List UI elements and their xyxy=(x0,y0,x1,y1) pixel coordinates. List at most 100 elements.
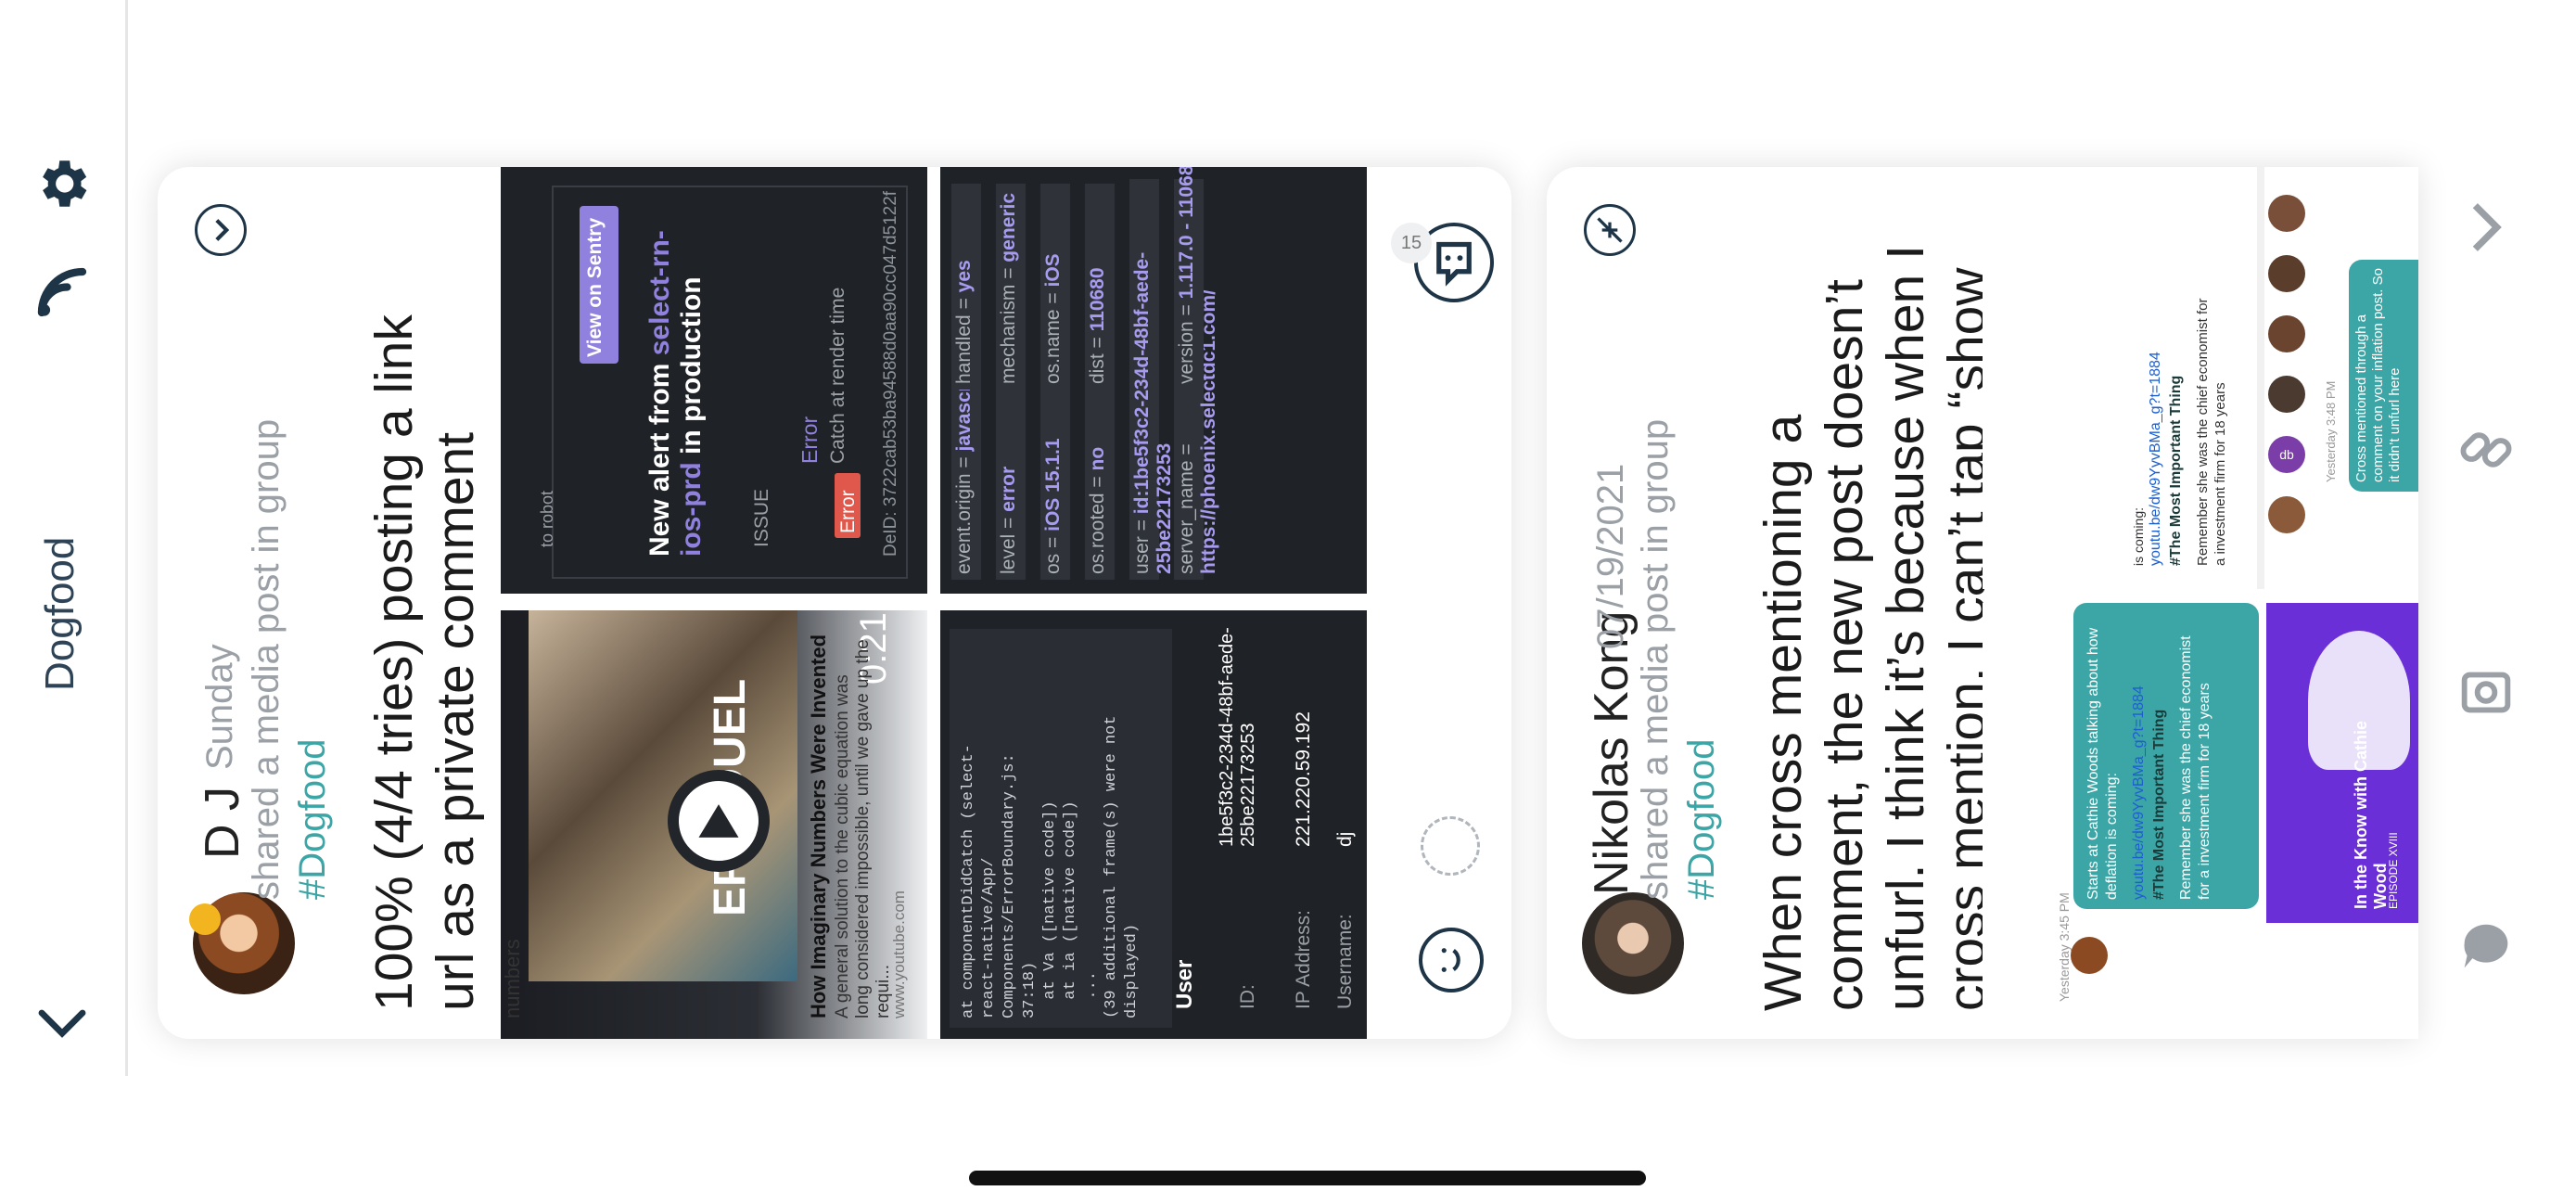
dedupe-id: DeID: 3722cab53ba94588d0aa90cc047d5122f xyxy=(881,190,900,557)
tag-item: os.name = iOS xyxy=(1040,184,1070,390)
gear-icon[interactable] xyxy=(32,153,93,214)
wifi-icon[interactable] xyxy=(32,262,93,323)
avatar-initials: db xyxy=(2268,436,2305,473)
video-episode: EPISODE XVIII xyxy=(2387,832,2400,909)
tag-item: os.rooted = no xyxy=(1085,374,1115,580)
boost-icon[interactable] xyxy=(1421,816,1480,876)
group-link[interactable]: #Dogfood xyxy=(292,668,338,900)
tag-item: mechanism = generic xyxy=(996,184,1026,390)
avatar xyxy=(2071,937,2108,974)
chat-time: Yesterday 3:45 PM xyxy=(2057,892,2072,1002)
post-body: 100% (4/4 tries) posting a link url as a… xyxy=(364,314,485,1011)
tag-item: event.origin = javascript xyxy=(951,360,981,580)
chat-bubble-icon[interactable] xyxy=(2454,914,2519,979)
tag-key: version = xyxy=(1176,299,1197,384)
chat2-bubble: Cross mentioned through a comment on you… xyxy=(2353,268,2403,482)
tag-value: yes xyxy=(953,260,975,293)
crown-badge-icon xyxy=(189,903,221,935)
home-indicator[interactable] xyxy=(969,1171,1646,1185)
error-badge: Error xyxy=(837,490,859,533)
video-title: In the Know with Cathie Wood xyxy=(2352,721,2390,909)
tag-value: error xyxy=(998,466,1019,512)
tag-item: version = 1.117.0 - 110680 xyxy=(1174,167,1204,390)
left-rail: Dogfood xyxy=(0,0,128,1076)
stack-line: at Va ([native code]) xyxy=(1041,800,1059,1018)
tag-key: event.origin = xyxy=(953,451,975,574)
tag-key: mechanism = xyxy=(998,262,1019,384)
avatar[interactable] xyxy=(1582,892,1684,994)
comment-count: 15 xyxy=(1391,223,1432,263)
chat2-quote: Remember she was the chief economist for… xyxy=(2195,298,2228,566)
username-value: dj xyxy=(1334,831,1356,847)
tag-key: os.rooted = xyxy=(1087,470,1108,574)
tag-value: 110680 xyxy=(1087,267,1108,332)
view-on-sentry-button[interactable]: View on Sentry xyxy=(584,199,606,357)
tag-key: user = xyxy=(1131,514,1153,574)
chat2-link[interactable]: youtu.be/dw9YyvBMa_g?t=1884 xyxy=(2148,288,2168,566)
chevron-down-icon[interactable] xyxy=(32,992,93,1054)
tag-value: generic xyxy=(998,192,1019,263)
tag-value: iOS xyxy=(1042,253,1064,288)
link-icon[interactable] xyxy=(2454,417,2519,482)
screenshot-chat-2[interactable]: is coming: youtu.be/dw9YyvBMa_g?t=1884 #… xyxy=(1983,167,2418,589)
camera-icon[interactable] xyxy=(2454,659,2519,724)
tag-value: iOS 15.1.1 xyxy=(1042,438,1064,531)
tag-key: server_name = xyxy=(1176,443,1197,574)
chevron-right-icon[interactable] xyxy=(195,204,247,256)
tag-key: os.name = xyxy=(1042,287,1064,384)
avatar xyxy=(2268,195,2305,232)
tag-item: handled = yes xyxy=(951,184,981,390)
link-title: How Imaginary Numbers Were Invented xyxy=(807,634,830,1018)
post-card-nikolas[interactable]: Nikolas Kong 07/19/2021 shared a media p… xyxy=(1547,167,2418,1039)
user-id-label: ID: xyxy=(1237,984,1258,1009)
tag-key: os = xyxy=(1042,531,1064,574)
tag-key: dist = xyxy=(1087,331,1108,384)
chat2-time: Yesterday 3:48 PM xyxy=(2324,380,2338,482)
post-card-dj[interactable]: D J Sunday shared a media post in group … xyxy=(158,167,1511,1039)
alert-prefix: New alert from xyxy=(644,355,675,557)
chat-link[interactable]: youtu.be/dw9YyvBMa_g?t=1884 xyxy=(2131,621,2151,900)
media-sentry-alert[interactable]: View on Sentry New alert from select-rn-… xyxy=(501,167,927,594)
group-link[interactable]: #Dogfood xyxy=(1681,668,1728,900)
tag-value: no xyxy=(1087,446,1108,471)
avatar xyxy=(2268,255,2305,292)
link-description: A general solution to the cubic equation… xyxy=(833,639,893,1018)
alert-title: New alert from select-rn-ios-prd in prod… xyxy=(644,204,719,557)
ip-label: IP Address: xyxy=(1293,909,1314,1009)
media-sentry-tags[interactable]: event.origin = javascript handled = yes le… xyxy=(940,167,1367,594)
tag-value: 1.117.0 - 110680 xyxy=(1176,167,1197,300)
chat-link-hashtag[interactable]: #The Most Important Thing xyxy=(2151,621,2172,900)
error-title: Error xyxy=(797,416,822,464)
screenshot-chat-1[interactable]: Yesterday 3:45 PM Starts at Cathie Woods… xyxy=(1983,603,2418,1039)
tag-item: user = id:1be5f3c2-234d-48bf-aede-25be22… xyxy=(1129,179,1175,580)
tag-item: os = iOS 15.1.1 xyxy=(1040,374,1070,580)
tag-item: level = error xyxy=(996,374,1026,580)
media-youtube-unfurl[interactable]: EPIC DUEL 0:21 How Imaginary Numbers Wer… xyxy=(501,610,927,1039)
tag-key: level = xyxy=(998,511,1019,574)
stack-line: displayed) xyxy=(1123,923,1141,1018)
stack-line: ... xyxy=(1082,970,1100,1018)
user-heading: User xyxy=(1172,959,1197,1009)
emoji-reaction-icon[interactable] xyxy=(1419,928,1484,992)
mute-icon[interactable] xyxy=(1584,204,1636,256)
post-action: shared a media post in group xyxy=(1635,418,1676,900)
post-date: 07/19/2021 xyxy=(1590,463,1631,649)
ip-value: 221.220.59.192 xyxy=(1293,711,1314,847)
stack-trace: at componentDidCatch (select-react-nativ… xyxy=(950,629,1172,1028)
media-sentry-stack[interactable]: at componentDidCatch (select-react-nativ… xyxy=(940,610,1367,1039)
tag-item: dist = 110680 xyxy=(1085,184,1115,390)
stack-line: at componentDidCatch (select- xyxy=(960,744,977,1018)
alert-suffix: in production xyxy=(676,276,707,463)
chat2-link-hashtag[interactable]: #The Most Important Thing xyxy=(2168,288,2188,566)
stack-line: at ia ([native code]) xyxy=(1062,800,1079,1018)
post-time: Sunday xyxy=(199,644,240,770)
post-action: shared a media post in group xyxy=(246,418,287,900)
video-preview[interactable]: In the Know with Cathie Wood EPISODE XVI… xyxy=(2266,603,2418,923)
error-sub: Catch at render time xyxy=(827,287,848,464)
issue-label: ISSUE xyxy=(751,488,772,547)
avatar xyxy=(2268,315,2305,352)
tag-key: handled = xyxy=(953,292,975,384)
stack-line: react-native/App/ xyxy=(980,857,998,1018)
chevron-right-icon[interactable] xyxy=(2454,195,2519,260)
play-button[interactable] xyxy=(668,770,770,872)
